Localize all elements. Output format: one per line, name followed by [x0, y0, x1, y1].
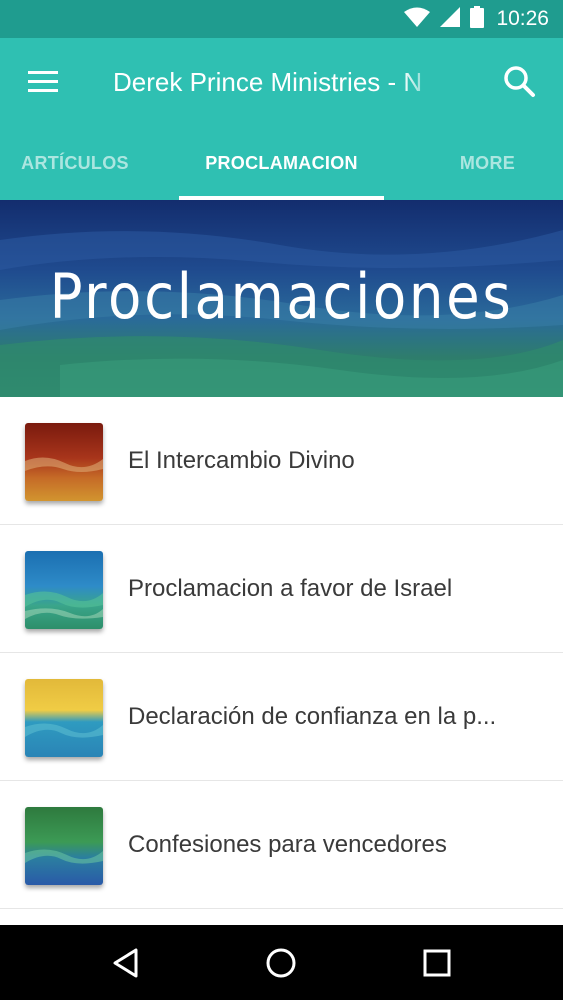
status-bar: 10:26 [0, 0, 563, 38]
tab-bar: ARTÍCULOS PROCLAMACION MORE [0, 138, 563, 200]
toolbar: Derek Prince Ministries - N [0, 38, 563, 128]
list-item[interactable]: Declaración de confianza en la p... [0, 653, 563, 781]
status-time: 10:26 [496, 7, 549, 30]
list-item[interactable]: Proclamacion a favor de Israel [0, 525, 563, 653]
system-nav-bar [0, 925, 563, 1000]
search-icon[interactable] [502, 64, 536, 98]
thumbnail-image [25, 551, 103, 629]
list-item[interactable]: El Intercambio Divino [0, 397, 563, 525]
banner-title: Proclamaciones [49, 260, 514, 333]
banner: Proclamaciones [0, 200, 563, 397]
tab-proclamacion[interactable]: PROCLAMACION [179, 138, 384, 200]
list-item-label: Declaración de confianza en la p... [128, 703, 497, 730]
battery-icon [470, 5, 485, 33]
list-item[interactable]: Confesiones para vencedores [0, 781, 563, 909]
app-title: Derek Prince Ministries - N [113, 67, 423, 97]
list-item-label: Proclamacion a favor de Israel [128, 575, 453, 602]
recents-icon[interactable] [419, 945, 455, 981]
list-item-label: Confesiones para vencedores [128, 831, 447, 858]
proclamation-list: El Intercambio Divino Proclamacion a fav… [0, 397, 563, 909]
tab-articulos[interactable]: ARTÍCULOS [0, 138, 150, 200]
back-icon[interactable] [108, 945, 144, 981]
tab-more[interactable]: MORE [420, 138, 555, 200]
app-bar: Derek Prince Ministries - N ARTÍCULOS PR… [0, 38, 563, 200]
list-item-label: El Intercambio Divino [128, 447, 355, 474]
signal-icon [440, 6, 461, 32]
thumbnail-image [25, 679, 103, 757]
thumbnail-image [25, 423, 103, 501]
wifi-icon [404, 7, 431, 32]
thumbnail-image [25, 807, 103, 885]
home-icon[interactable] [263, 945, 299, 981]
menu-icon[interactable] [26, 68, 60, 96]
